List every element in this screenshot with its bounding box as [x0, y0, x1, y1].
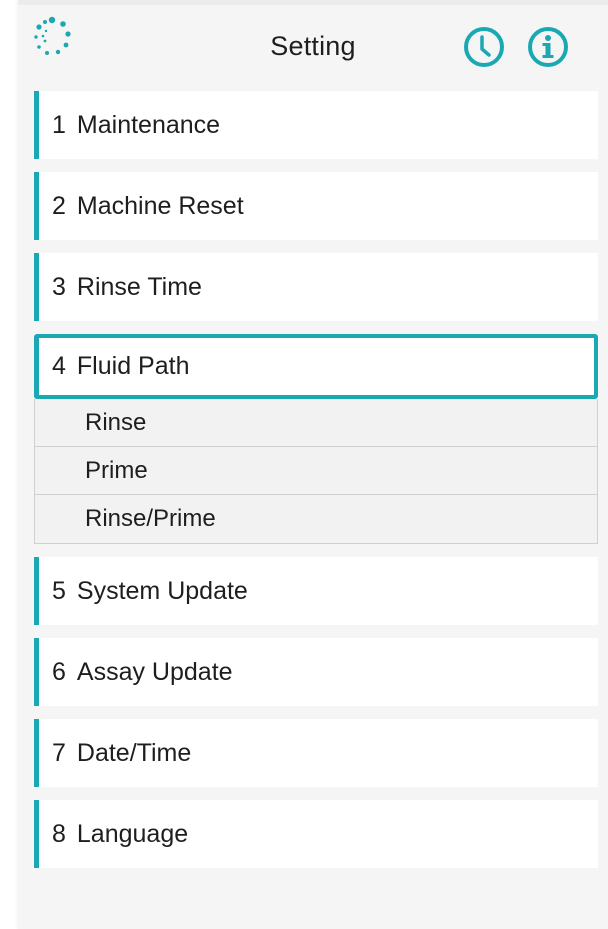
settings-menu: 1 Maintenance 2 Machine Reset 3 Rinse Ti…: [34, 91, 598, 881]
menu-item-number: 5: [52, 576, 66, 605]
menu-item-label: Maintenance: [76, 110, 221, 139]
menu-item-label: System Update: [76, 576, 248, 605]
menu-item-number: 3: [52, 272, 66, 301]
submenu-item-prime[interactable]: Prime: [35, 447, 597, 495]
clock-icon[interactable]: [462, 25, 506, 69]
menu-item-assay-update[interactable]: 6 Assay Update: [34, 638, 598, 706]
submenu-item-rinse-prime[interactable]: Rinse/Prime: [35, 495, 597, 543]
page-title: Setting: [270, 31, 356, 61]
menu-item-label: Machine Reset: [76, 191, 244, 220]
menu-item-label: Assay Update: [76, 657, 233, 686]
menu-item-number: 8: [52, 819, 66, 848]
menu-item-date-time[interactable]: 7 Date/Time: [34, 719, 598, 787]
menu-item-language[interactable]: 8 Language: [34, 800, 598, 868]
header-bar: Setting: [18, 5, 608, 83]
menu-item-machine-reset[interactable]: 2 Machine Reset: [34, 172, 598, 240]
menu-item-number: 1: [52, 110, 66, 139]
menu-item-number: 6: [52, 657, 66, 686]
menu-item-maintenance[interactable]: 1 Maintenance: [34, 91, 598, 159]
settings-screen: Setting 1 Maintenance 2 Machine Reset 3 …: [18, 0, 608, 929]
menu-item-label: Date/Time: [76, 738, 192, 767]
menu-item-label: Fluid Path: [76, 352, 190, 380]
menu-item-number: 7: [52, 738, 66, 767]
menu-item-system-update[interactable]: 5 System Update: [34, 557, 598, 625]
menu-item-number: 4: [52, 352, 66, 380]
menu-item-label: Rinse Time: [76, 272, 202, 301]
menu-item-fluid-path[interactable]: 4 Fluid Path: [34, 334, 598, 399]
fluid-path-submenu: Rinse Prime Rinse/Prime: [34, 399, 598, 544]
menu-item-rinse-time[interactable]: 3 Rinse Time: [34, 253, 598, 321]
menu-item-label: Language: [76, 819, 189, 848]
submenu-item-rinse[interactable]: Rinse: [35, 399, 597, 447]
info-icon[interactable]: [526, 25, 570, 69]
menu-item-number: 2: [52, 191, 66, 220]
